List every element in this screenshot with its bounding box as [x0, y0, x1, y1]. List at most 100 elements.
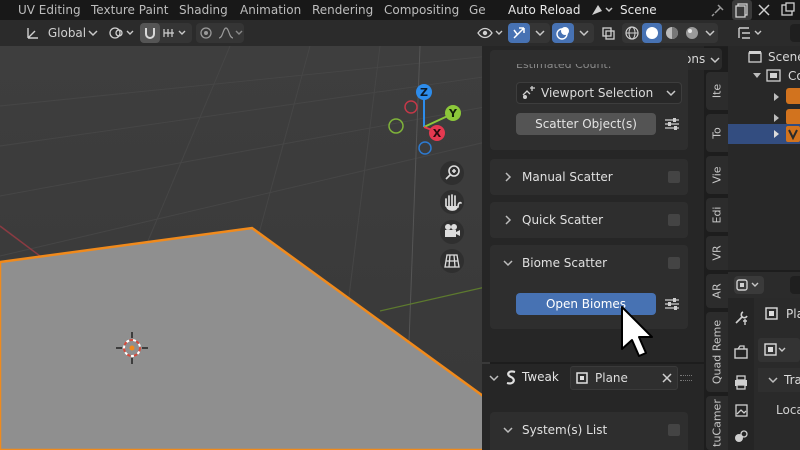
drag-handle-icon[interactable]: [668, 171, 680, 183]
wireframe-shading-button[interactable]: [622, 23, 642, 43]
drag-handle-icon[interactable]: [680, 375, 692, 381]
tab-uv-editing[interactable]: UV Editing: [18, 0, 81, 20]
display-mode-dropdown[interactable]: [736, 24, 766, 42]
transform-orientation-dropdown[interactable]: Global: [24, 23, 100, 43]
tab-quad-remesher[interactable]: Quad Reme: [706, 312, 728, 392]
snap-toggle[interactable]: [140, 23, 160, 43]
camera-view-button[interactable]: [440, 220, 464, 244]
transform-panel-header[interactable]: Tra: [758, 368, 800, 392]
delete-scene-icon[interactable]: [756, 2, 772, 18]
gizmo-z-label: Z: [420, 86, 428, 99]
collection-label[interactable]: Co: [788, 67, 800, 85]
biome-scatter-header[interactable]: Biome Scatter: [490, 245, 688, 281]
chevron-right-icon[interactable]: [772, 92, 780, 102]
auto-reload-label[interactable]: Auto Reload: [508, 0, 581, 20]
shading-dropdown[interactable]: [702, 23, 718, 43]
tab-texture-paint[interactable]: Texture Paint: [91, 0, 168, 20]
object-data-selector[interactable]: [758, 338, 800, 362]
drag-handle-icon[interactable]: [668, 424, 680, 436]
tab-item[interactable]: Ite: [706, 72, 728, 110]
drag-handle-icon[interactable]: [668, 214, 680, 226]
scene-icon[interactable]: [733, 428, 749, 444]
pivot-point-dropdown[interactable]: [106, 23, 136, 43]
overlays-toggle[interactable]: [552, 23, 574, 43]
chevron-down-icon[interactable]: [752, 70, 762, 80]
shading-group: [622, 23, 718, 43]
chevron-down-icon[interactable]: [488, 372, 500, 384]
output-printer-icon[interactable]: [733, 374, 749, 390]
tab-edit[interactable]: Edi: [706, 198, 728, 232]
pin-icon[interactable]: [710, 2, 726, 18]
falloff-dropdown[interactable]: [216, 23, 244, 43]
scene-selector-icon[interactable]: [588, 2, 614, 18]
manual-scatter-panel[interactable]: Manual Scatter: [490, 159, 688, 195]
orientation-label: Global: [47, 26, 87, 40]
tweak-panel: Tweak Plane System(s) List: [482, 364, 704, 450]
pan-button[interactable]: [440, 190, 464, 214]
snap-target-dropdown[interactable]: [160, 23, 192, 43]
render-camera-icon[interactable]: [733, 344, 749, 360]
rendered-sphere-icon: [686, 27, 698, 39]
object-field[interactable]: Plane: [570, 366, 678, 390]
view-layer-icon[interactable]: [778, 2, 800, 18]
overlays-dropdown[interactable]: [574, 23, 594, 43]
object-icon: [765, 307, 778, 320]
tab-ar[interactable]: AR: [706, 274, 728, 308]
editor-type-dropdown[interactable]: [734, 276, 764, 294]
tab-virtual-camera[interactable]: tuCamer: [706, 396, 728, 450]
clear-icon[interactable]: [661, 372, 673, 384]
chevron-right-icon[interactable]: [772, 113, 780, 123]
rendered-shading-button[interactable]: [682, 23, 702, 43]
gizmo-toggle[interactable]: [508, 23, 530, 43]
quick-scatter-panel[interactable]: Quick Scatter: [490, 202, 688, 238]
pivot-icon: [109, 27, 134, 39]
systems-list-panel[interactable]: System(s) List: [490, 412, 688, 450]
view-layer-image-icon[interactable]: [733, 402, 749, 418]
chevron-right-icon[interactable]: [772, 129, 780, 139]
solid-shading-button[interactable]: [642, 23, 662, 43]
tab-animation[interactable]: Animation: [240, 0, 301, 20]
tab-geometry-nodes[interactable]: Ge: [469, 0, 486, 20]
solid-sphere-icon: [646, 27, 658, 39]
sidebar-tabs: Ite To Vie Edi VR AR Quad Reme tuCamer: [704, 70, 728, 450]
xray-toggle[interactable]: [598, 23, 618, 43]
perspective-toggle-button[interactable]: [440, 249, 464, 273]
proportional-edit-toggle[interactable]: [196, 23, 216, 43]
tool-wrench-icon[interactable]: [733, 310, 749, 326]
tab-compositing[interactable]: Compositing: [384, 0, 459, 20]
zoom-button[interactable]: [440, 161, 464, 185]
new-scene-icon[interactable]: [732, 0, 752, 20]
properties-editor: Pla Tra Loca: [728, 272, 800, 450]
object-icon[interactable]: [786, 109, 800, 125]
properties-object-name[interactable]: Pla: [786, 304, 800, 324]
search-input[interactable]: [790, 24, 800, 42]
selection-dropdown[interactable]: Viewport Selection: [516, 82, 682, 104]
chevron-down-icon: [503, 260, 513, 267]
visibility-dropdown[interactable]: [476, 23, 506, 43]
gizmo-arrow-icon: [513, 27, 525, 39]
drag-handle-icon[interactable]: [668, 257, 680, 269]
mouse-pointer-icon: [621, 306, 653, 357]
search-input[interactable]: [790, 276, 800, 294]
gizmo-dropdown[interactable]: [530, 23, 550, 43]
tab-edit-label: Edi: [710, 206, 724, 224]
tab-tool[interactable]: To: [706, 114, 728, 152]
biome-scatter-panel: Biome Scatter Open Biomes: [490, 245, 688, 329]
tab-item-label: Ite: [710, 83, 724, 99]
scatter-panel: Estimated Count: Viewport Selection Scat…: [490, 50, 688, 150]
scene-name[interactable]: Scene: [620, 0, 657, 20]
material-shading-button[interactable]: [662, 23, 682, 43]
systems-list-title: System(s) List: [522, 423, 608, 437]
tab-shading[interactable]: Shading: [179, 0, 228, 20]
biome-settings-icon[interactable]: [664, 296, 680, 312]
scatter-objects-button[interactable]: Scatter Object(s): [516, 113, 656, 135]
tab-rendering[interactable]: Rendering: [312, 0, 373, 20]
tab-vr[interactable]: VR: [706, 236, 728, 270]
scatter-settings-icon[interactable]: [664, 116, 680, 132]
selected-row[interactable]: [728, 124, 800, 144]
object-icon[interactable]: [786, 88, 800, 104]
tab-view[interactable]: Vie: [706, 156, 728, 194]
gizmo-x-label: X: [433, 127, 442, 140]
3d-viewport[interactable]: Z Y X: [0, 46, 490, 450]
scene-collection-label[interactable]: Scene: [768, 48, 800, 66]
